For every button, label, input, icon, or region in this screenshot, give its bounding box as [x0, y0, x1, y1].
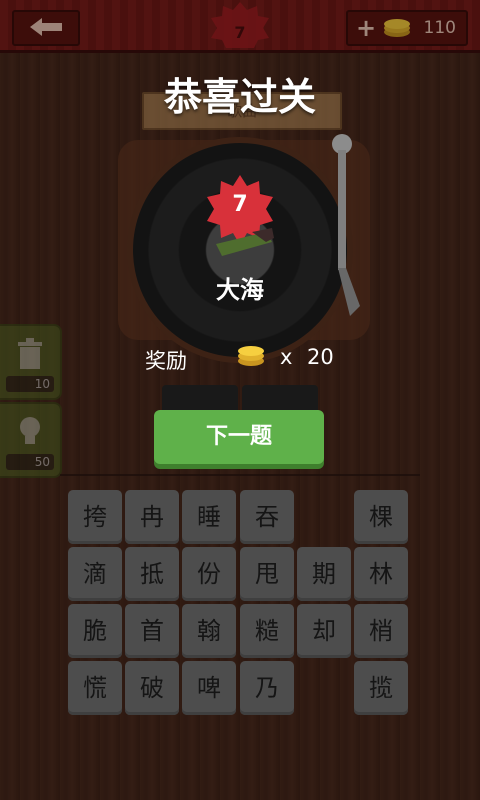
reward-label: 奖励: [145, 349, 187, 373]
reward-multiplier: x: [280, 345, 293, 369]
coin-stack-icon: [238, 346, 264, 366]
reward-amount: 20: [307, 345, 334, 369]
level-number: 7: [232, 192, 248, 217]
success-title: 恭喜过关: [163, 75, 316, 119]
next-question-button[interactable]: 下一题: [154, 410, 324, 464]
music-block-icon: [216, 228, 274, 256]
song-answer: 大海: [216, 276, 264, 304]
